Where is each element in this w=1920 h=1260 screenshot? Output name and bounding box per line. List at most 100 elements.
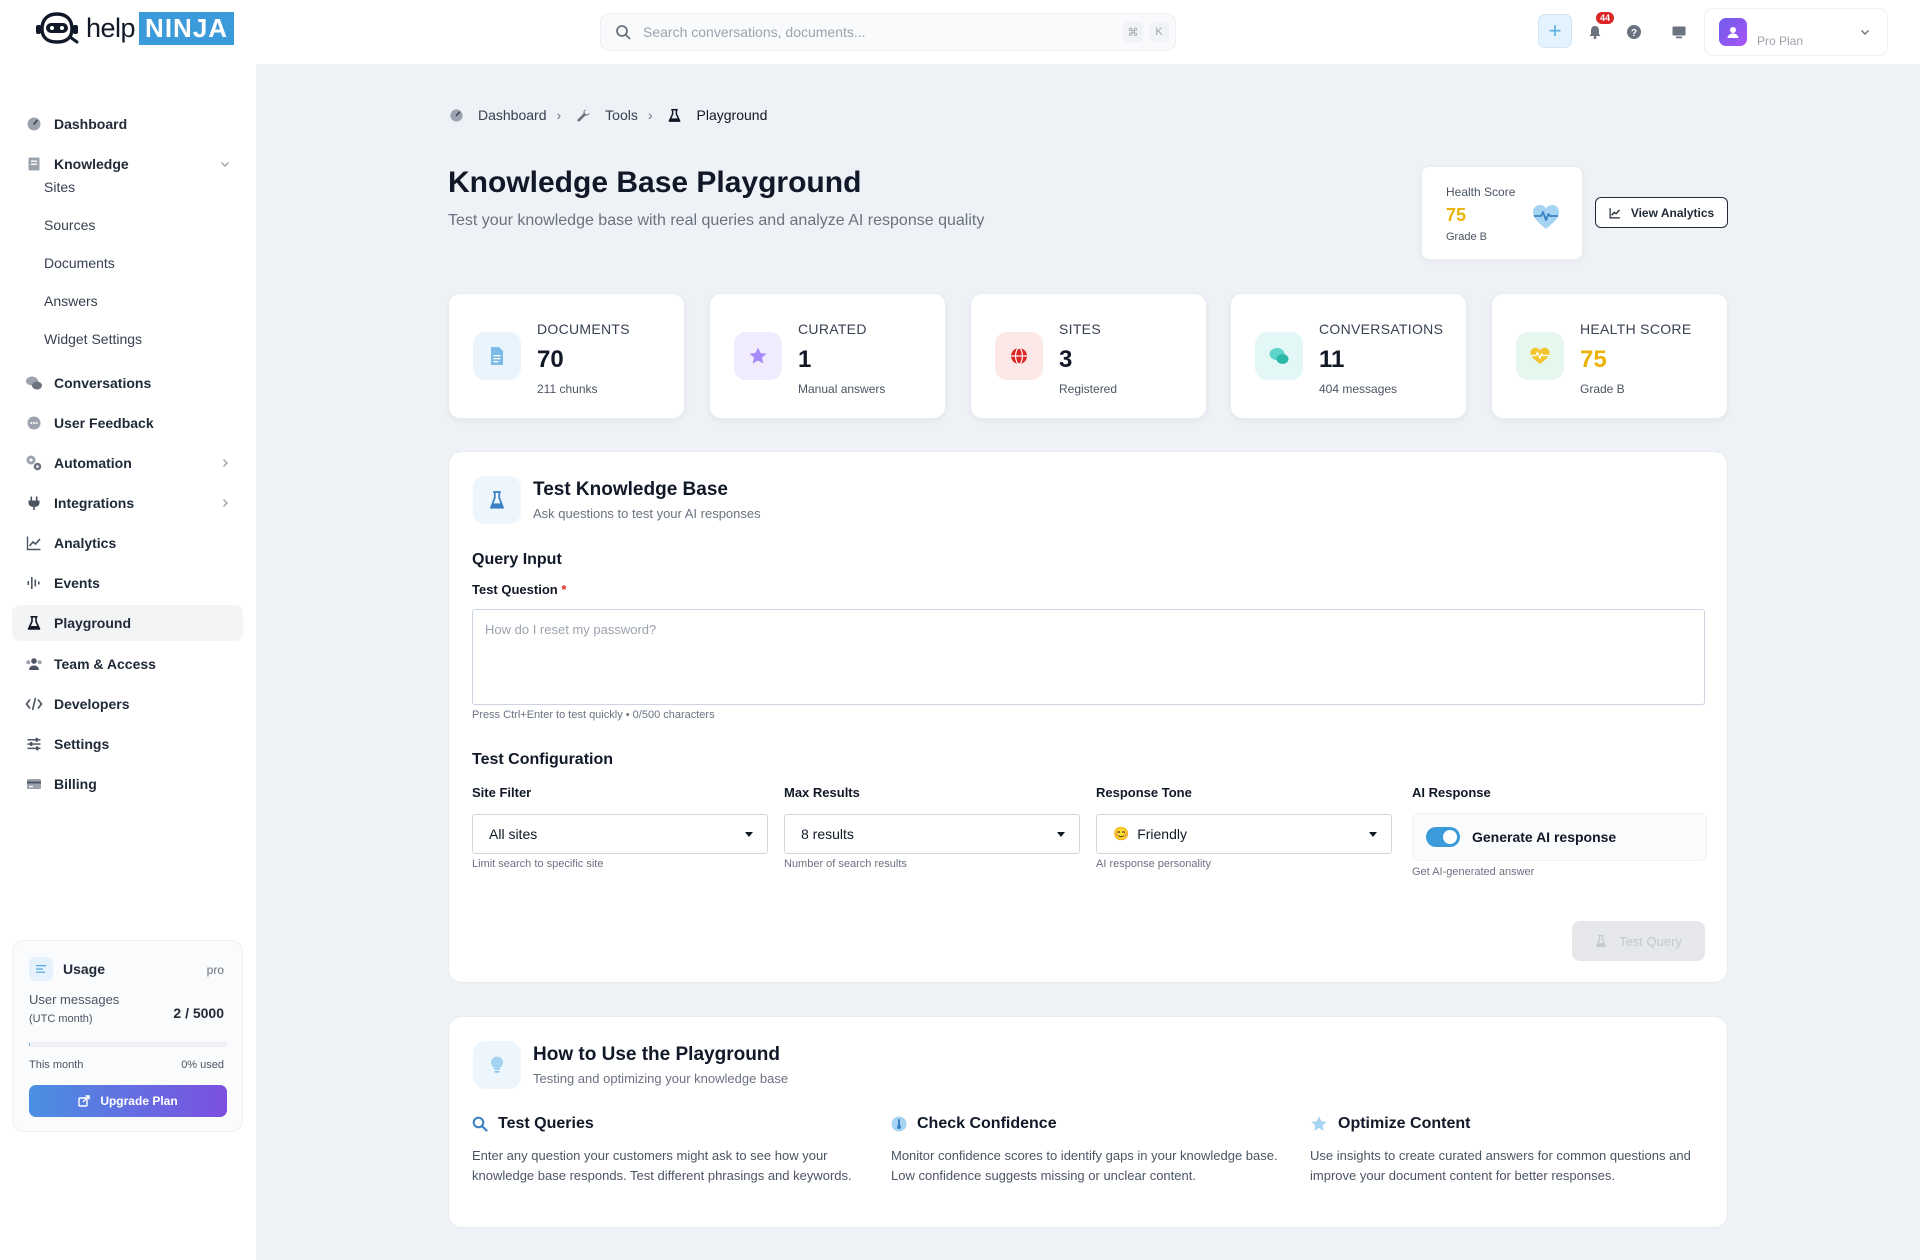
test-question-label-text: Test Question	[472, 582, 558, 597]
max-results-value: 8 results	[801, 826, 854, 842]
chart-line-icon	[1609, 207, 1620, 218]
dashboard-icon	[448, 107, 464, 123]
sidebar-item-settings[interactable]: Settings	[12, 726, 243, 762]
sidebar-subitem-documents[interactable]: Documents	[44, 255, 115, 271]
display-button[interactable]	[1667, 20, 1691, 44]
stat-label: HEALTH SCORE	[1580, 321, 1692, 337]
site-filter-hint: Limit search to specific site	[472, 858, 604, 870]
chevron-right-icon	[223, 459, 228, 467]
sidebar-item-analytics[interactable]: Analytics	[12, 525, 243, 561]
ai-response-toggle-row[interactable]: Generate AI response	[1412, 813, 1707, 861]
sidebar-item-billing[interactable]: Billing	[12, 766, 243, 802]
chart-line-icon	[24, 533, 44, 553]
max-results-hint: Number of search results	[784, 858, 907, 870]
health-score-grade: Grade B	[1446, 231, 1487, 243]
stat-sublabel: 404 messages	[1319, 382, 1398, 396]
sidebar-item-dashboard[interactable]: Dashboard	[12, 106, 243, 142]
health-score-label: Health Score	[1446, 185, 1516, 199]
usage-title: Usage	[63, 961, 106, 977]
wrench-icon	[575, 107, 591, 123]
sidebar-subitem-sites[interactable]: Sites	[44, 179, 75, 195]
chat-bubbles-icon	[24, 373, 44, 393]
sidebar-item-label: Integrations	[54, 495, 135, 511]
stat-card-conversations[interactable]: CONVERSATIONS 11 404 messages	[1230, 293, 1467, 419]
site-filter-label: Site Filter	[472, 785, 532, 800]
tip-optimize-content: Optimize Content	[1310, 1115, 1470, 1133]
response-tone-select[interactable]: 😊 Friendly	[1096, 814, 1392, 854]
users-icon	[24, 654, 44, 674]
search-input[interactable]: Search conversations, documents...	[643, 24, 1123, 40]
tip-title: Check Confidence	[917, 1115, 1057, 1132]
sidebar-item-label: Developers	[54, 696, 130, 712]
usage-list-icon	[29, 957, 53, 981]
sidebar-item-events[interactable]: Events	[12, 565, 243, 601]
plug-icon	[24, 493, 44, 513]
sidebar-item-label: Analytics	[54, 535, 117, 551]
stat-value: 70	[537, 346, 564, 373]
sidebar-item-user-feedback[interactable]: User Feedback	[12, 405, 243, 441]
sidebar-item-team-access[interactable]: Team & Access	[12, 646, 243, 682]
helpninja-logo[interactable]: help NINJA	[34, 8, 235, 48]
sliders-icon	[24, 734, 44, 754]
sidebar-item-conversations[interactable]: Conversations	[12, 365, 243, 401]
dashboard-icon	[24, 114, 44, 134]
sidebar-item-label: User Feedback	[54, 415, 154, 431]
upgrade-plan-button[interactable]: Upgrade Plan	[29, 1085, 227, 1117]
sidebar-item-label: Automation	[54, 455, 132, 471]
breadcrumb-tools[interactable]: Tools	[605, 107, 638, 123]
breadcrumb-playground: Playground	[696, 107, 768, 123]
panel-title: How to Use the Playground	[533, 1044, 781, 1065]
stat-card-documents[interactable]: DOCUMENTS 70 211 chunks	[448, 293, 685, 419]
sidebar-item-developers[interactable]: Developers	[12, 686, 243, 722]
stat-card-health-score[interactable]: HEALTH SCORE 75 Grade B	[1491, 293, 1728, 419]
sidebar-item-automation[interactable]: Automation	[12, 445, 243, 481]
test-configuration-heading: Test Configuration	[472, 751, 614, 768]
sidebar-item-knowledge[interactable]: Knowledge	[12, 146, 243, 182]
page-subtitle: Test your knowledge base with real queri…	[448, 212, 985, 229]
sidebar-subitem-answers[interactable]: Answers	[44, 293, 98, 309]
svg-text:?: ?	[1631, 28, 1637, 39]
sidebar-item-playground[interactable]: Playground	[12, 605, 243, 641]
user-icon	[1727, 27, 1739, 38]
breadcrumb-separator-icon: ›	[556, 107, 562, 123]
create-new-button[interactable]: +	[1538, 14, 1572, 48]
page-title: Knowledge Base Playground	[448, 166, 862, 199]
required-marker: *	[561, 582, 567, 597]
shortcut-cmd-key: ⌘	[1123, 22, 1143, 42]
flask-icon	[24, 613, 44, 633]
test-question-textarea[interactable]: How do I reset my password?	[472, 609, 1705, 705]
tip-title: Optimize Content	[1338, 1115, 1471, 1132]
test-query-label: Test Query	[1619, 933, 1682, 949]
usage-month-label: This month	[29, 1059, 84, 1071]
stat-label: CURATED	[798, 321, 867, 337]
response-tone-hint: AI response personality	[1096, 858, 1211, 870]
caret-down-icon	[1369, 832, 1377, 837]
view-analytics-button[interactable]: View Analytics	[1595, 197, 1728, 228]
chat-bubbles-icon	[1255, 332, 1303, 380]
site-filter-select[interactable]: All sites	[472, 814, 768, 854]
caret-down-icon	[745, 832, 753, 837]
global-search[interactable]: Search conversations, documents... ⌘ K	[600, 13, 1176, 51]
test-question-label: Test Question *	[472, 582, 566, 597]
sidebar-item-label: Knowledge	[54, 156, 129, 172]
stat-card-curated[interactable]: CURATED 1 Manual answers	[709, 293, 946, 419]
test-query-button[interactable]: Test Query	[1572, 921, 1705, 961]
max-results-select[interactable]: 8 results	[784, 814, 1080, 854]
stat-card-sites[interactable]: SITES 3 Registered	[970, 293, 1207, 419]
ai-response-toggle[interactable]	[1426, 827, 1460, 847]
sidebar-item-integrations[interactable]: Integrations	[12, 485, 243, 521]
plan-label: Pro Plan	[1757, 34, 1804, 48]
breadcrumb-dashboard[interactable]: Dashboard	[478, 107, 547, 123]
stat-value: 3	[1059, 346, 1073, 373]
help-button[interactable]: ?	[1622, 20, 1646, 44]
usage-progress-fill	[29, 1042, 31, 1047]
flask-icon	[473, 476, 521, 524]
sidebar-subitem-widget-settings[interactable]: Widget Settings	[44, 331, 142, 347]
question-circle-icon: ?	[1627, 25, 1641, 39]
response-tone-label: Response Tone	[1096, 785, 1192, 800]
shortcut-k-key: K	[1149, 22, 1169, 42]
globe-icon	[995, 332, 1043, 380]
stat-label: SITES	[1059, 321, 1101, 337]
sidebar-subitem-sources[interactable]: Sources	[44, 217, 95, 233]
account-menu[interactable]: Pro Plan	[1704, 8, 1888, 56]
